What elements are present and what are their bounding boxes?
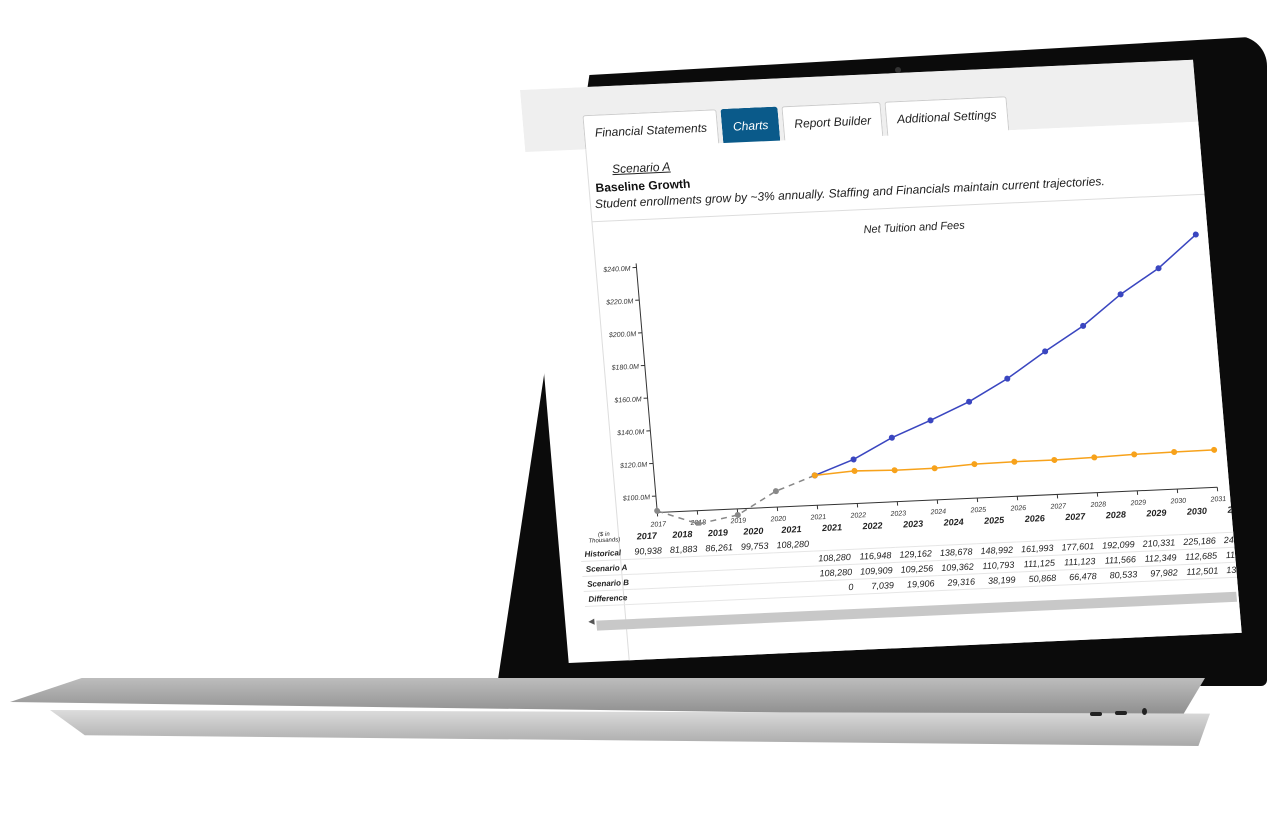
scenario-b-point — [851, 467, 858, 474]
column-header: 2021 — [821, 522, 843, 534]
column-header: 2030 — [1186, 505, 1208, 517]
scenario-title: Baseline Growth — [594, 176, 691, 195]
content-panel: Scenario A Baseline Growth Student enrol… — [579, 121, 1242, 663]
net-tuition-chart: Net Tuition and Fees $100.0M $120.0M $140.… — [602, 220, 1226, 529]
table-cell: 80,533 — [1100, 566, 1142, 584]
table-cell — [704, 584, 742, 602]
tab-charts[interactable]: Charts — [720, 106, 781, 145]
table-cell: 86,261 — [700, 540, 738, 557]
scenario-a-point — [927, 417, 934, 424]
table-cell: 50,868 — [1018, 570, 1061, 587]
column-header: 2029 — [1145, 507, 1167, 519]
table-cell: 0 — [816, 579, 859, 597]
scenario-b-point — [931, 465, 938, 472]
table-cell — [667, 571, 705, 588]
y-tick-label: $180.0M — [610, 364, 639, 372]
scenario-a-point — [850, 456, 857, 463]
table-cell — [669, 586, 706, 603]
column-header: 2028 — [1105, 509, 1127, 521]
table-cell — [737, 552, 775, 570]
table-cell — [738, 567, 776, 585]
tab-report-builder[interactable]: Report Builder — [781, 101, 884, 142]
scenario-b-point — [1131, 451, 1138, 458]
scenario-b-point — [1011, 458, 1018, 465]
y-tick-label: $220.0M — [605, 298, 634, 306]
table-cell — [632, 572, 670, 590]
y-axis — [635, 263, 658, 513]
table-cell — [666, 556, 704, 573]
column-header: 2017 — [636, 530, 658, 542]
scenario-b-point — [1051, 456, 1058, 463]
y-tick-label: $160.0M — [613, 396, 642, 404]
table-cell: 66,478 — [1059, 568, 1102, 586]
table-cell: 38,199 — [978, 571, 1021, 589]
scenario-b-point — [1091, 454, 1098, 461]
table-cell: 90,938 — [629, 543, 667, 560]
table-cell — [775, 581, 818, 598]
table-cell: 29,316 — [937, 573, 980, 591]
scenario-a-point — [888, 434, 895, 441]
table-cell: 19,906 — [897, 575, 940, 593]
scenario-b-point — [971, 461, 978, 468]
table-cell: 81,883 — [665, 541, 703, 558]
table-cell: 112,501 — [1181, 562, 1223, 580]
scroll-left-arrow-icon[interactable]: ◀ — [588, 617, 595, 626]
table-cell — [633, 587, 671, 605]
scenario-b-point — [891, 467, 898, 474]
usb-port-icon — [1090, 712, 1102, 716]
column-header: 2018 — [671, 528, 693, 540]
column-header: 2025 — [983, 514, 1005, 526]
column-header: 2020 — [742, 525, 764, 537]
table-cell — [740, 582, 777, 600]
scenario-b-point — [1171, 448, 1178, 456]
column-header: 2019 — [707, 527, 729, 539]
headphone-jack-icon — [1142, 708, 1147, 715]
column-header: 2024 — [943, 516, 965, 528]
column-header: 2026 — [1024, 513, 1046, 525]
table-cell: 7,039 — [856, 577, 899, 595]
y-tick-label: $100.0M — [622, 494, 651, 502]
column-header: 2022 — [862, 520, 883, 532]
scenario-b-point — [1211, 446, 1218, 453]
column-header: 2027 — [1064, 511, 1086, 523]
y-tick-label: $200.0M — [608, 331, 637, 339]
laptop-front — [50, 710, 1210, 746]
table-cell — [630, 557, 668, 575]
table-cell: 99,753 — [736, 538, 774, 555]
scenario-link[interactable]: Scenario A — [611, 160, 670, 177]
usb-port-icon — [1115, 711, 1127, 715]
scenario-b-point — [811, 472, 818, 479]
table-cell — [702, 554, 739, 572]
scenario-a-line — [814, 233, 1197, 477]
laptop-base — [10, 670, 1210, 752]
table-cell: 97,982 — [1140, 564, 1183, 582]
row-label: Difference — [583, 589, 635, 607]
column-header: 2021 — [780, 524, 802, 535]
column-header: 2023 — [902, 518, 924, 530]
y-tick-label: $140.0M — [616, 429, 645, 437]
chart-title: Net Tuition and Fees — [863, 220, 966, 237]
table-cell — [703, 569, 741, 587]
y-tick-label: $240.0M — [602, 266, 631, 274]
app-screen: Financial Statements Charts Report Build… — [520, 59, 1242, 663]
historical-point — [654, 507, 661, 514]
y-tick-label: $120.0M — [619, 462, 648, 470]
